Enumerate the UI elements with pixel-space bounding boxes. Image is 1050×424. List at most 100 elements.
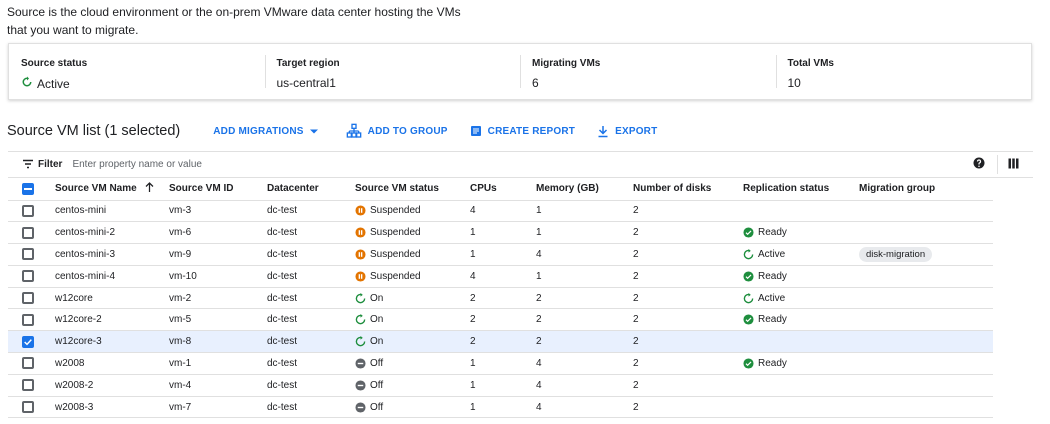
vm-name[interactable]: w2008-2	[55, 374, 169, 397]
sort-ascending-icon[interactable]	[145, 182, 154, 195]
intro-text: Source is the cloud environment or the o…	[7, 3, 461, 39]
column-display-icon[interactable]	[1008, 156, 1019, 174]
add-migrations-button[interactable]: ADD MIGRATIONS	[213, 126, 318, 137]
vm-name[interactable]: centos-mini-2	[55, 221, 169, 245]
vm-id: vm-9	[169, 243, 267, 266]
vm-name[interactable]: w2008	[55, 352, 169, 375]
vm-disks: 2	[633, 374, 743, 397]
vm-datacenter: dc-test	[267, 396, 355, 419]
vm-name[interactable]: centos-mini-4	[55, 265, 169, 288]
vm-id: vm-1	[169, 352, 267, 375]
table-row[interactable]: w2008-2 vm-4 dc-test Off 1 4 2	[8, 374, 993, 397]
vm-memory: 4	[536, 352, 633, 375]
col-header-cpus[interactable]: CPUs	[470, 178, 536, 201]
vm-id: vm-8	[169, 330, 267, 354]
migrating-vms-cell: Migrating VMs 6	[520, 44, 776, 99]
total-vms-label: Total VMs	[787, 58, 834, 69]
col-header-datacenter[interactable]: Datacenter	[267, 178, 355, 201]
row-checkbox[interactable]	[22, 335, 34, 348]
row-checkbox[interactable]	[22, 292, 34, 305]
vm-name[interactable]: w12core-2	[55, 308, 169, 332]
table-row[interactable]: w12core-2 vm-5 dc-test On 2 2 2 Ready	[8, 308, 993, 332]
vm-id: vm-7	[169, 396, 267, 419]
vm-disks: 2	[633, 265, 743, 288]
vm-name[interactable]: w2008-3	[55, 396, 169, 419]
col-header-id[interactable]: Source VM ID	[169, 178, 267, 201]
replication-status: Ready	[743, 227, 787, 238]
row-checkbox[interactable]	[22, 248, 34, 261]
vm-status: On	[355, 314, 383, 325]
row-checkbox[interactable]	[22, 270, 34, 283]
table-row[interactable]: centos-mini-2 vm-6 dc-test Suspended 1 1 2 Read…	[8, 221, 993, 245]
vm-memory: 4	[536, 243, 633, 266]
vm-datacenter: dc-test	[267, 221, 355, 245]
vm-datacenter: dc-test	[267, 374, 355, 397]
toolbar-divider	[997, 155, 998, 174]
table-row[interactable]: w2008 vm-1 dc-test Off 1 4 2 Ready	[8, 352, 993, 375]
col-header-name[interactable]: Source VM Name	[55, 178, 169, 201]
minus-circle-icon	[355, 401, 366, 413]
vm-status: Off	[355, 402, 383, 413]
vm-cpus: 2	[470, 308, 536, 332]
check-circle-icon	[743, 227, 754, 238]
row-checkbox[interactable]	[22, 204, 34, 217]
col-header-status[interactable]: Source VM status	[355, 178, 470, 201]
vm-id: vm-6	[169, 221, 267, 245]
intro-line-1: Source is the cloud environment or the o…	[7, 5, 461, 19]
refresh-circle-icon	[743, 292, 754, 304]
migrating-vms-value: 6	[532, 76, 539, 90]
table-row[interactable]: w12core-3 vm-8 dc-test On 2 2 2	[8, 330, 993, 354]
replication-status: Ready	[743, 314, 787, 325]
row-checkbox[interactable]	[22, 226, 34, 239]
vm-status: On	[355, 292, 383, 304]
table-row[interactable]: w2008-3 vm-7 dc-test Off 1 4 2	[8, 396, 993, 419]
source-status-cell: Source status Active	[9, 44, 265, 99]
vm-memory: 4	[536, 374, 633, 397]
filter-label: Filter	[38, 159, 63, 170]
vm-name[interactable]: centos-mini	[55, 200, 169, 223]
filter-icon[interactable]	[22, 156, 34, 174]
create-report-button[interactable]: CREATE REPORT	[470, 125, 575, 137]
filter-input[interactable]	[72, 159, 473, 170]
vm-list-title: Source VM list (1 selected)	[7, 123, 181, 139]
vm-cpus: 4	[470, 265, 536, 288]
col-header-replication[interactable]: Replication status	[743, 178, 859, 201]
export-button[interactable]: EXPORT	[597, 125, 657, 138]
refresh-circle-icon	[355, 314, 366, 325]
row-checkbox[interactable]	[22, 357, 34, 370]
table-row[interactable]: centos-mini vm-3 dc-test Suspended 4 1 2	[8, 200, 993, 223]
migration-group-chip[interactable]: disk-migration	[859, 246, 933, 262]
vm-datacenter: dc-test	[267, 330, 355, 354]
active-status-icon	[21, 76, 33, 91]
col-header-disks[interactable]: Number of disks	[633, 178, 743, 201]
vm-name[interactable]: centos-mini-3	[55, 243, 169, 266]
check-circle-icon	[743, 271, 754, 282]
check-circle-icon	[743, 314, 754, 325]
col-header-group[interactable]: Migration group	[859, 178, 993, 201]
vm-datacenter: dc-test	[267, 200, 355, 223]
row-checkbox[interactable]	[22, 401, 34, 414]
vm-disks: 2	[633, 221, 743, 245]
vm-memory: 1	[536, 265, 633, 288]
table-row[interactable]: centos-mini-3 vm-9 dc-test Suspended 1 4 2 Acti…	[8, 243, 993, 266]
select-all-checkbox[interactable]	[22, 182, 34, 195]
migrating-vms-label: Migrating VMs	[532, 58, 601, 69]
vm-status: Suspended	[355, 205, 421, 216]
vm-name[interactable]: w12core	[55, 287, 169, 310]
table-row[interactable]: centos-mini-4 vm-10 dc-test Suspended 4 1 2 Rea…	[8, 265, 993, 288]
row-checkbox[interactable]	[22, 313, 34, 326]
pause-circle-icon	[355, 205, 366, 216]
vm-datacenter: dc-test	[267, 352, 355, 375]
caret-down-icon	[309, 129, 318, 134]
table-row[interactable]: w12core vm-2 dc-test On 2 2 2 Active	[8, 287, 993, 310]
row-checkbox[interactable]	[22, 379, 34, 392]
table-header-row: Source VM Name Source VM ID Datacenter S…	[8, 178, 993, 201]
help-icon[interactable]	[973, 156, 985, 174]
col-header-memory[interactable]: Memory (GB)	[536, 178, 633, 201]
add-to-group-button[interactable]: ADD TO GROUP	[346, 123, 448, 139]
replication-status: Ready	[743, 358, 787, 369]
vm-status: Suspended	[355, 249, 421, 260]
vm-name[interactable]: w12core-3	[55, 330, 169, 354]
replication-status: Active	[743, 292, 785, 304]
report-icon	[470, 125, 482, 137]
